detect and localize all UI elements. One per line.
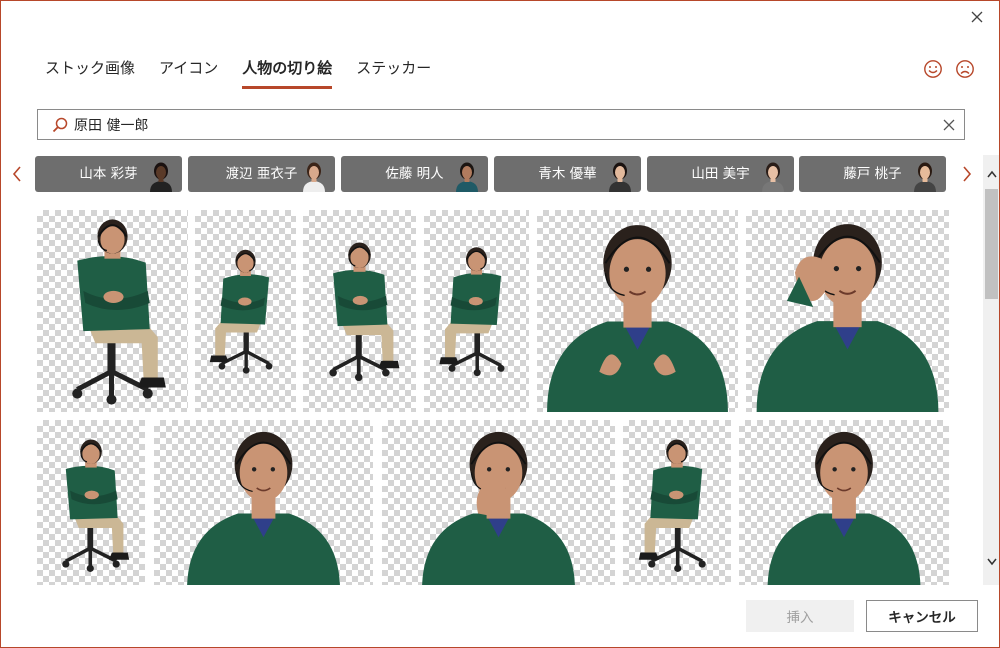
suggestion-chip-label: 佐藤 明人 xyxy=(385,166,444,182)
person-cutout-image xyxy=(329,242,400,382)
person-cutout-image xyxy=(638,439,706,572)
person-cutout-image xyxy=(547,225,728,412)
suggestion-chip[interactable]: 佐藤 明人 xyxy=(341,156,488,192)
person-cutout-image xyxy=(767,431,921,585)
cancel-button[interactable]: キャンセル xyxy=(866,600,978,632)
cutout-image-tile[interactable] xyxy=(195,210,296,412)
suggestion-chips: 山本 彩芽 渡辺 亜衣子 佐藤 明人 青木 優華 山田 美宇 藤戸 桃子 xyxy=(1,155,983,193)
chips-prev-button[interactable] xyxy=(7,161,27,187)
scroll-down-button[interactable] xyxy=(983,553,999,570)
suggestion-chip[interactable]: 渡辺 亜衣子 xyxy=(188,156,335,192)
scroll-thumb[interactable] xyxy=(985,189,998,299)
feedback-group xyxy=(923,59,975,79)
close-icon xyxy=(971,11,983,23)
person-cutout-image xyxy=(187,431,340,585)
suggestion-chip[interactable]: 青木 優華 xyxy=(494,156,641,192)
person-cutout-image xyxy=(439,247,505,377)
chevron-down-icon xyxy=(986,558,997,565)
suggestion-chip[interactable]: 藤戸 桃子 xyxy=(799,156,946,192)
cutout-image-tile[interactable] xyxy=(303,210,416,412)
clear-icon xyxy=(943,119,955,130)
stock-images-dialog: ストック画像 アイコン 人物の切り絵 ステッカー 山本 彩芽 渡辺 亜衣子 佐藤 明… xyxy=(0,0,1000,648)
suggestion-chip-label: 山本 彩芽 xyxy=(79,166,138,182)
person-cutout-image xyxy=(756,224,939,412)
tab-cutout-people[interactable]: 人物の切り絵 xyxy=(242,57,333,89)
person-cutout-image xyxy=(209,249,273,374)
insert-button[interactable]: 挿入 xyxy=(746,600,854,632)
clear-search-button[interactable] xyxy=(934,110,964,139)
frown-icon[interactable] xyxy=(955,59,975,79)
cutout-image-tile[interactable] xyxy=(537,210,738,412)
cutout-image-tile[interactable] xyxy=(424,210,529,412)
chevron-up-icon xyxy=(986,170,997,177)
chevron-right-icon xyxy=(963,166,972,182)
person-cutout-image xyxy=(62,439,130,572)
cutout-image-tile[interactable] xyxy=(37,210,188,412)
suggestion-chip[interactable]: 山本 彩芽 xyxy=(35,156,182,192)
tab-list: ストック画像 アイコン 人物の切り絵 ステッカー xyxy=(45,57,455,91)
image-gallery xyxy=(37,210,949,585)
smile-icon[interactable] xyxy=(923,59,943,79)
tab-stickers[interactable]: ステッカー xyxy=(356,57,431,89)
suggestion-chip-label: 藤戸 桃子 xyxy=(843,166,902,182)
scroll-up-button[interactable] xyxy=(983,165,999,182)
suggestion-chip-label: 山田 美宇 xyxy=(691,166,750,182)
person-cutout-image xyxy=(72,219,166,405)
cutout-image-tile[interactable] xyxy=(37,420,145,585)
chips-next-button[interactable] xyxy=(957,161,977,187)
cutout-image-tile[interactable] xyxy=(739,420,949,585)
close-button[interactable] xyxy=(963,5,991,29)
cutout-image-tile[interactable] xyxy=(382,420,615,585)
search-icon xyxy=(46,110,74,139)
search-box xyxy=(37,109,965,140)
person-cutout-image xyxy=(422,431,575,585)
search-input[interactable] xyxy=(74,110,934,139)
suggestion-chip-label: 青木 優華 xyxy=(538,166,597,182)
suggestion-chip[interactable]: 山田 美宇 xyxy=(647,156,794,192)
suggestion-chip-label: 渡辺 亜衣子 xyxy=(225,166,298,182)
cutout-image-tile[interactable] xyxy=(154,420,373,585)
tab-stock-images[interactable]: ストック画像 xyxy=(45,57,135,89)
tab-icons[interactable]: アイコン xyxy=(159,57,218,89)
gallery-scrollbar[interactable] xyxy=(983,155,999,585)
cutout-image-tile[interactable] xyxy=(623,420,731,585)
chevron-left-icon xyxy=(12,166,21,182)
cutout-image-tile[interactable] xyxy=(746,210,949,412)
